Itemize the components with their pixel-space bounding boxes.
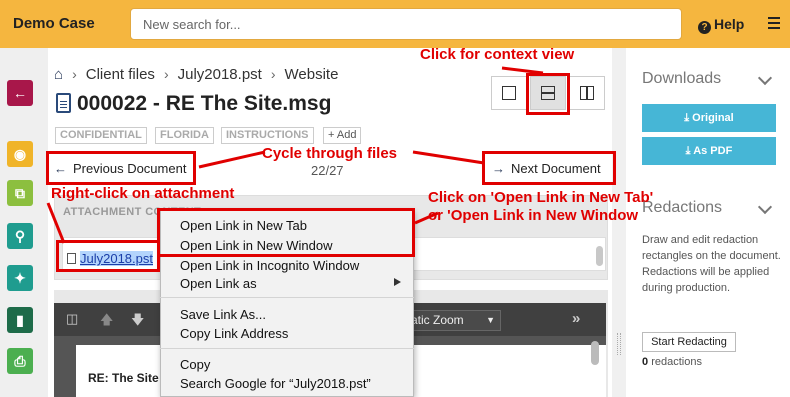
annotation-box-next <box>482 151 616 185</box>
annotation-right-click: Right-click on attachment <box>51 185 235 202</box>
annotation-box-attachment <box>56 240 160 272</box>
annotation-box-context-view <box>526 73 570 115</box>
annotation-box-open-link <box>157 208 415 257</box>
annotation-open-link-2: or 'Open Link in New Window <box>428 207 639 224</box>
annotation-cycle: Cycle through files <box>262 145 398 162</box>
annotation-context-view: Click for context view <box>420 46 575 63</box>
annotation-box-previous <box>46 151 196 185</box>
annotation-open-link-1: Click on 'Open Link in New Tab' <box>428 189 654 206</box>
